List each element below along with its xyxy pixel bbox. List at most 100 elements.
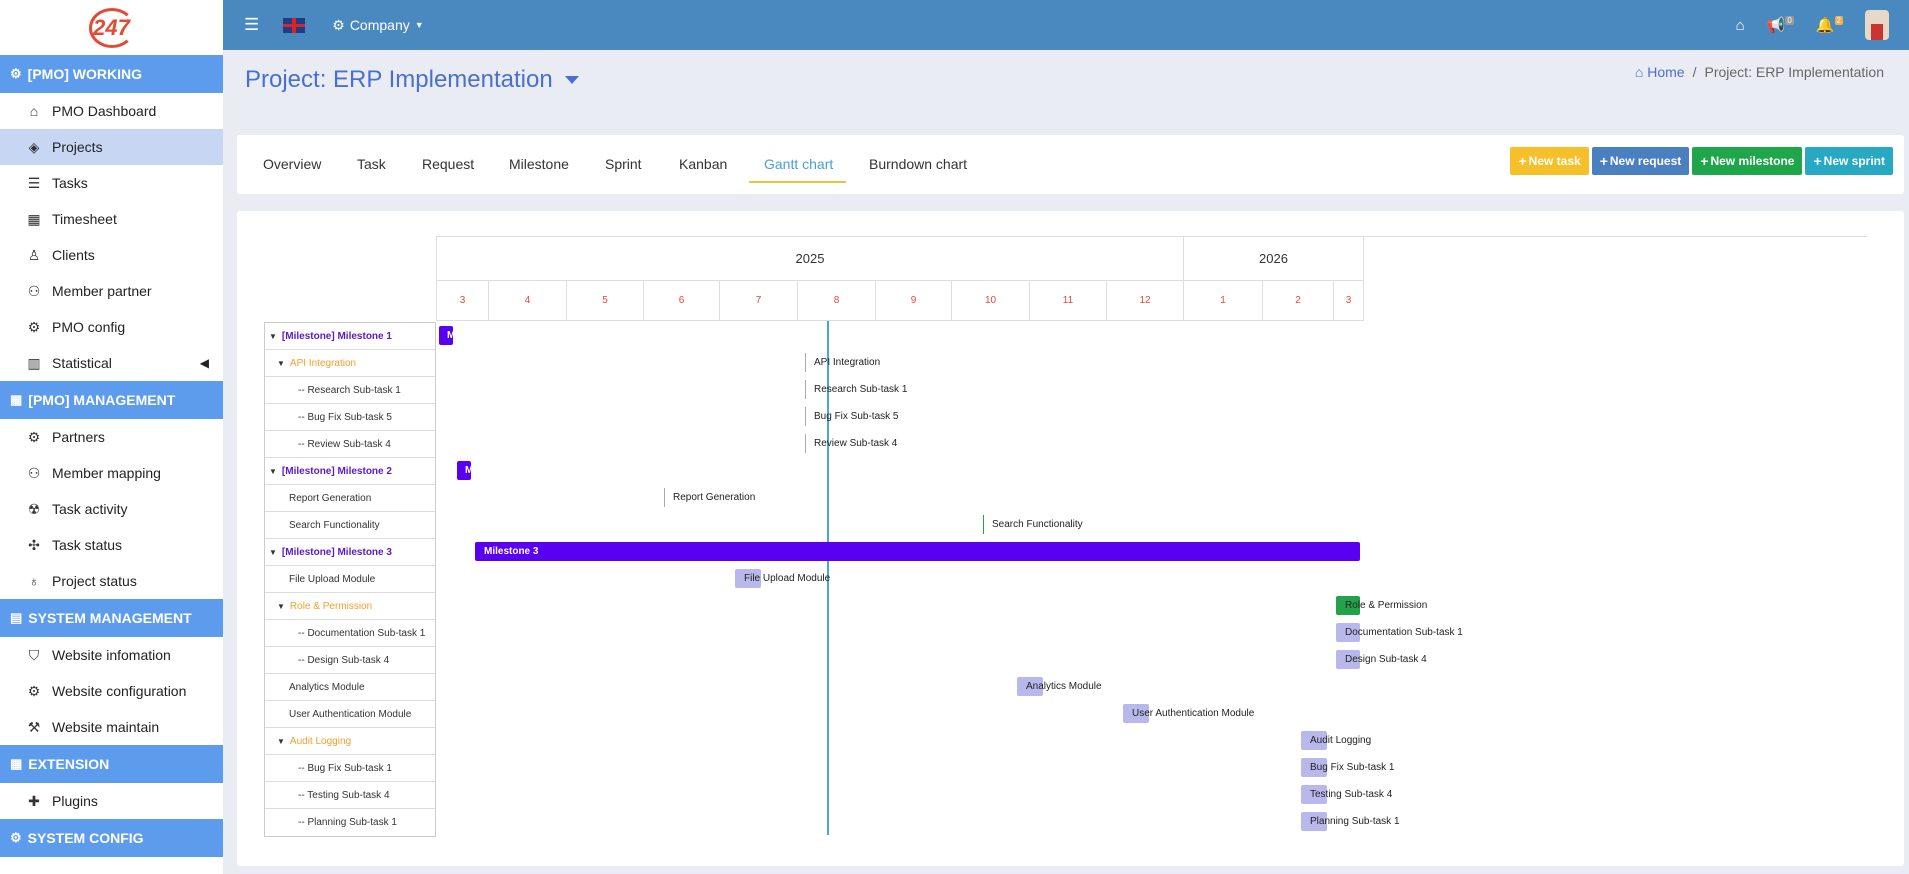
gantt-bar-upload[interactable]: File Upload Module [735,569,830,588]
gantt-bar-auth[interactable]: User Authentication Module [1123,704,1254,723]
gantt-task-row[interactable]: ▼ [Milestone] Milestone 2 [265,458,435,485]
sidebar-item-label: PMO Dashboard [52,103,157,119]
gantt-bar-design4[interactable]: Design Sub-task 4 [1336,650,1427,669]
gantt-task-row[interactable]: -- Planning Sub-task 1 [265,809,435,836]
gantt-task-row[interactable]: ▼ [Milestone] Milestone 3 [265,539,435,566]
announcement-button[interactable]: 📢 0 [1767,16,1794,34]
gantt-bar-doc1[interactable]: Documentation Sub-task 1 [1336,623,1463,642]
sidebar-item-task-status[interactable]: ✣ Task status [0,527,223,563]
gantt-bar-label: Role & Permission [1345,600,1428,611]
gantt-bar-api[interactable]: API Integration [805,353,880,372]
collapse-triangle-icon[interactable]: ▼ [277,359,285,368]
sidebar-item-plugins[interactable]: ✚ Plugins [0,783,223,819]
gantt-task-row[interactable]: -- Research Sub-task 1 [265,377,435,404]
gantt-task-row[interactable]: ▼ API Integration [265,350,435,377]
collapse-triangle-icon[interactable]: ▼ [277,737,285,746]
sidebar-item-website-maintain[interactable]: ⚒ Website maintain [0,709,223,745]
gantt-bar-review4[interactable]: Review Sub-task 4 [805,434,897,453]
sidebar-item-label: Website infomation [52,647,171,663]
gantt-task-label: [Milestone] Milestone 1 [281,330,392,342]
tab-kanban[interactable]: Kanban [679,156,727,172]
sidebar-item-member-mapping[interactable]: ⚇ Member mapping [0,455,223,491]
gantt-task-row[interactable]: -- Review Sub-task 4 [265,431,435,458]
sidebar-item-pmo-dashboard[interactable]: ⌂ PMO Dashboard [0,93,223,129]
gear-icon: ⚙ [27,318,41,335]
sidebar-item-timesheet[interactable]: ▦ Timesheet [0,201,223,237]
gantt-task-row[interactable]: -- Testing Sub-task 4 [265,782,435,809]
new-sprint-button[interactable]: + New sprint [1805,147,1893,175]
gantt-task-row[interactable]: Analytics Module [265,674,435,701]
sidebar-item-statistical[interactable]: ▥ Statistical ◀ [0,345,223,381]
tab-sprint[interactable]: Sprint [605,156,642,172]
collapse-triangle-icon[interactable]: ▼ [277,602,285,611]
uk-flag-icon[interactable] [283,17,306,33]
building-icon: ▦ [10,392,23,407]
gantt-task-row[interactable]: Search Functionality [265,512,435,539]
gantt-bar-testing4[interactable]: Testing Sub-task 4 [1301,785,1392,804]
gantt-bar-bugfix1[interactable]: Bug Fix Sub-task 1 [1301,758,1394,777]
company-dropdown[interactable]: ⚙ Company ▼ [332,17,423,34]
gantt-bar-search[interactable]: Search Functionality [983,515,1083,534]
collapse-triangle-icon[interactable]: ▼ [269,467,277,476]
gantt-task-row[interactable]: ▼ [Milestone] Milestone 1 [265,323,435,350]
gantt-task-row[interactable]: ▼ Role & Permission [265,593,435,620]
new-task-label: New task [1528,154,1581,168]
section-extension[interactable]: ▦ EXTENSION [0,745,223,783]
gantt-month-cell: 4 [488,281,566,321]
gantt-task-row[interactable]: -- Bug Fix Sub-task 5 [265,404,435,431]
gantt-bar-bugfix5[interactable]: Bug Fix Sub-task 5 [805,407,898,426]
users-icon: ⚇ [27,464,41,481]
gantt-task-row[interactable]: -- Documentation Sub-task 1 [265,620,435,647]
tab-milestone[interactable]: Milestone [509,156,569,172]
gantt-bar-audit[interactable]: Audit Logging [1301,731,1371,750]
gantt-bar-analytics[interactable]: Analytics Module [1017,677,1102,696]
page-title[interactable]: Project: ERP Implementation [245,66,579,94]
tab-request[interactable]: Request [422,156,474,172]
tab-burndown-chart[interactable]: Burndown chart [869,156,967,172]
collapse-triangle-icon[interactable]: ▼ [269,548,277,557]
section-system-management[interactable]: ▤ SYSTEM MANAGEMENT [0,599,223,637]
sidebar-item-tasks[interactable]: ☰ Tasks [0,165,223,201]
new-request-button[interactable]: + New request [1591,147,1690,175]
gantt-task-row[interactable]: File Upload Module [265,566,435,593]
gantt-bar-m3[interactable]: Milestone 3 [475,542,1360,561]
tab-overview[interactable]: Overview [263,156,321,172]
sidebar-item-website-configuration[interactable]: ⚙ Website configuration [0,673,223,709]
avatar[interactable] [1865,10,1889,40]
home-icon[interactable]: ⌂ [1736,17,1745,34]
section-pmo-working[interactable]: ⚙ [PMO] WORKING [0,55,223,93]
sidebar-item-label: Task activity [52,501,128,517]
sidebar-item-projects[interactable]: ◈ Projects [0,129,223,165]
hamburger-menu-icon[interactable]: ☰ [244,15,259,35]
gantt-task-row[interactable]: -- Bug Fix Sub-task 1 [265,755,435,782]
section-system-config[interactable]: ⚙ SYSTEM CONFIG [0,819,223,857]
sidebar-item-member-partner[interactable]: ⚇ Member partner [0,273,223,309]
collapse-triangle-icon[interactable]: ▼ [269,332,277,341]
sidebar-item-partners[interactable]: ⚙ Partners [0,419,223,455]
gantt-bar-label: Search Functionality [992,519,1083,530]
gantt-task-row[interactable]: ▼ Audit Logging [265,728,435,755]
gantt-task-row[interactable]: Report Generation [265,485,435,512]
gantt-bar-role[interactable]: Role & Permission [1336,596,1427,615]
list-icon: ☰ [27,174,41,191]
gantt-task-row[interactable]: User Authentication Module [265,701,435,728]
gantt-bar-research[interactable]: Research Sub-task 1 [805,380,907,399]
breadcrumb-home[interactable]: ⌂ Home [1635,64,1685,80]
gantt-bar-report[interactable]: Report Generation [664,488,755,507]
new-milestone-button[interactable]: + New milestone [1692,147,1803,175]
tab-task[interactable]: Task [357,156,386,172]
sidebar-item-task-activity[interactable]: ☢ Task activity [0,491,223,527]
sidebar-item-clients[interactable]: ♙ Clients [0,237,223,273]
tab-gantt-chart[interactable]: Gantt chart [764,156,833,172]
gantt-task-row[interactable]: -- Design Sub-task 4 [265,647,435,674]
logo[interactable]: 247 [0,0,223,55]
notification-button[interactable]: 🔔 2 [1816,16,1843,34]
new-task-button[interactable]: + New task [1510,147,1589,175]
section-pmo-management[interactable]: ▦ [PMO] MANAGEMENT [0,381,223,419]
gantt-bar-planning1[interactable]: Planning Sub-task 1 [1301,812,1400,831]
sidebar-item-website-information[interactable]: ⛉ Website infomation [0,637,223,673]
gantt-bar-m1[interactable]: M [439,326,453,345]
sidebar-item-pmo-config[interactable]: ⚙ PMO config [0,309,223,345]
sidebar-item-project-status[interactable]: ♁ Project status [0,563,223,599]
gantt-bar-m2[interactable]: M [457,461,471,480]
